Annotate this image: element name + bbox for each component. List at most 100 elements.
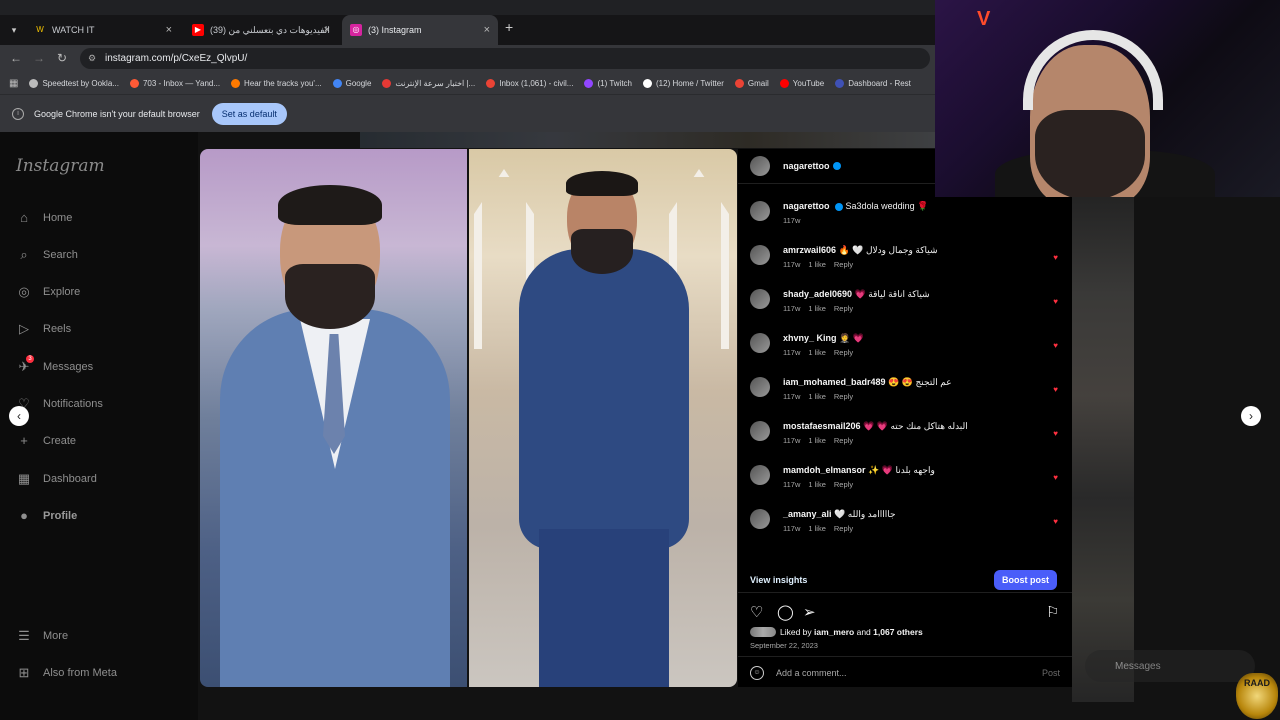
comment-username[interactable]: _amany_ali [783, 509, 832, 519]
comment-reply-button[interactable]: Reply [834, 304, 853, 313]
emoji-icon[interactable]: ☺ [750, 665, 764, 680]
comment-username[interactable]: mostafaesmail206 [783, 421, 861, 431]
sidebar-item-explore[interactable]: ◎ Explore [16, 284, 80, 300]
avatar[interactable] [750, 245, 770, 265]
comment-username[interactable]: iam_mohamed_badr489 [783, 377, 886, 387]
comment-username[interactable]: mamdoh_elmansor [783, 465, 866, 475]
comment-reply-button[interactable]: Reply [834, 348, 853, 357]
avatar[interactable] [750, 201, 770, 221]
avatar[interactable] [750, 156, 770, 176]
bookmark-item[interactable]: Hear the tracks you'... [231, 78, 322, 88]
next-post-button[interactable]: › [1241, 406, 1261, 426]
comment-likes[interactable]: 1 like [808, 392, 826, 401]
messages-pill[interactable]: Messages [1085, 650, 1255, 682]
sidebar-item-profile[interactable]: ● Profile [16, 508, 77, 524]
sidebar-item-dashboard[interactable]: ▦ Dashboard [16, 471, 97, 487]
comment-reply-button[interactable]: Reply [834, 524, 853, 533]
bookmark-icon[interactable]: ⚐ [1046, 603, 1059, 621]
tab-search-button[interactable]: ▾ [5, 21, 23, 39]
sidebar-item-create[interactable]: + Create [16, 433, 76, 449]
hamburger-menu-icon: ☰ [18, 628, 30, 643]
caption-username[interactable]: nagarettoo [783, 201, 830, 211]
comment-likes[interactable]: 1 like [808, 348, 826, 357]
sidebar-item-more[interactable]: ☰ More [16, 628, 68, 644]
like-heart-icon[interactable]: ♡ [750, 603, 763, 621]
sidebar-item-label: More [43, 630, 69, 642]
comment-username[interactable]: xhvny_ King [783, 333, 837, 343]
tab-youtube-videos[interactable]: ▶ الفيديوهات دي بتعسلني من (39) × [184, 15, 338, 45]
bookmark-item[interactable]: Inbox (1,061) - civil... [486, 78, 573, 88]
comment-bubble-icon[interactable]: ◯ [777, 603, 794, 621]
previous-post-button[interactable]: ‹ [9, 406, 29, 426]
avatar[interactable] [750, 509, 770, 529]
bookmark-label: Hear the tracks you'... [244, 78, 322, 88]
view-insights-link[interactable]: View insights [750, 575, 807, 585]
liked-by-others[interactable]: 1,067 others [873, 627, 923, 637]
instagram-logo[interactable]: Instagram [16, 156, 105, 176]
comment-reply-button[interactable]: Reply [834, 480, 853, 489]
comment-reply-button[interactable]: Reply [834, 392, 853, 401]
avatar[interactable] [750, 377, 770, 397]
comment-like-heart-icon[interactable]: ♥ [1053, 253, 1058, 262]
tab-watch-it[interactable]: W WATCH IT × [26, 15, 180, 45]
reload-icon[interactable]: ↻ [57, 51, 67, 65]
close-tab-icon[interactable]: × [324, 24, 330, 36]
avatar[interactable] [750, 465, 770, 485]
site-info-icon[interactable]: ⚙ [88, 48, 96, 69]
sidebar-item-notifications[interactable]: ♡ Notifications [16, 396, 103, 412]
comment-like-heart-icon[interactable]: ♥ [1053, 341, 1058, 350]
forward-arrow-icon[interactable]: → [33, 51, 45, 65]
back-arrow-icon[interactable]: ← [10, 51, 22, 65]
apps-grid-icon[interactable]: ▦ [9, 78, 18, 89]
close-tab-icon[interactable]: × [484, 24, 490, 36]
post-photo-left[interactable] [200, 149, 467, 687]
sidebar-item-also-from-meta[interactable]: ⊞ Also from Meta [16, 665, 117, 681]
comment-like-heart-icon[interactable]: ♥ [1053, 473, 1058, 482]
watchit-favicon-icon: W [36, 25, 44, 34]
verified-badge-icon [835, 202, 844, 211]
create-icon: + [20, 433, 28, 448]
comment-likes[interactable]: 1 like [808, 436, 826, 445]
avatar[interactable] [750, 289, 770, 309]
bookmark-item[interactable]: Dashboard - Rest [835, 78, 911, 88]
bookmark-item[interactable]: اختبار سرعة الإنترنت |... [382, 78, 475, 88]
tab-strip: ▾ W WATCH IT × ▶ الفيديوهات دي بتعسلني م… [0, 15, 935, 45]
comment-likes[interactable]: 1 like [808, 480, 826, 489]
share-icon[interactable]: ➢ [803, 603, 816, 621]
post-photo-right[interactable] [469, 149, 737, 687]
comment-like-heart-icon[interactable]: ♥ [1053, 517, 1058, 526]
comment-reply-button[interactable]: Reply [834, 260, 853, 269]
address-bar[interactable]: ⚙ instagram.com/p/CxeEz_QlvpU/ [80, 48, 930, 69]
comment-reply-button[interactable]: Reply [834, 436, 853, 445]
bookmark-item[interactable]: (12) Home / Twitter [643, 78, 724, 88]
tab-instagram[interactable]: ◎ (3) Instagram × [342, 15, 498, 45]
bookmark-item[interactable]: 703 - Inbox — Yand... [129, 78, 220, 88]
avatar[interactable] [750, 333, 770, 353]
sidebar-item-home[interactable]: ⌂ Home [16, 210, 72, 226]
post-comment-button[interactable]: Post [1042, 668, 1060, 678]
avatar[interactable] [750, 421, 770, 441]
close-tab-icon[interactable]: × [166, 24, 172, 36]
comment-username[interactable]: shady_adel0690 [783, 289, 852, 299]
boost-post-button[interactable]: Boost post [994, 570, 1057, 590]
comment-username[interactable]: amrzwail606 [783, 245, 836, 255]
comment-likes[interactable]: 1 like [808, 260, 826, 269]
liked-by-user[interactable]: iam_mero [814, 627, 854, 637]
new-tab-button[interactable]: + [505, 19, 513, 35]
comment-input[interactable]: Add a comment... [776, 668, 847, 678]
bookmark-item[interactable]: Speedtest by Ookla... [29, 78, 119, 88]
bookmark-item[interactable]: Gmail [734, 78, 769, 88]
bookmark-item[interactable]: Google [332, 78, 371, 88]
sidebar-item-reels[interactable]: ▷ Reels [16, 321, 71, 337]
set-as-default-button[interactable]: Set as default [211, 102, 287, 125]
sidebar-item-messages[interactable]: 3 ✈ Messages [16, 355, 93, 375]
comment-like-heart-icon[interactable]: ♥ [1053, 429, 1058, 438]
comment-like-heart-icon[interactable]: ♥ [1053, 385, 1058, 394]
bookmark-item[interactable]: (1) Twitch [584, 78, 632, 88]
comment-likes[interactable]: 1 like [808, 524, 826, 533]
comment-like-heart-icon[interactable]: ♥ [1053, 297, 1058, 306]
post-author[interactable]: nagarettoo [783, 161, 830, 171]
comment-likes[interactable]: 1 like [808, 304, 826, 313]
bookmark-item[interactable]: YouTube [779, 78, 824, 88]
sidebar-item-search[interactable]: ⌕ Search [16, 247, 78, 263]
